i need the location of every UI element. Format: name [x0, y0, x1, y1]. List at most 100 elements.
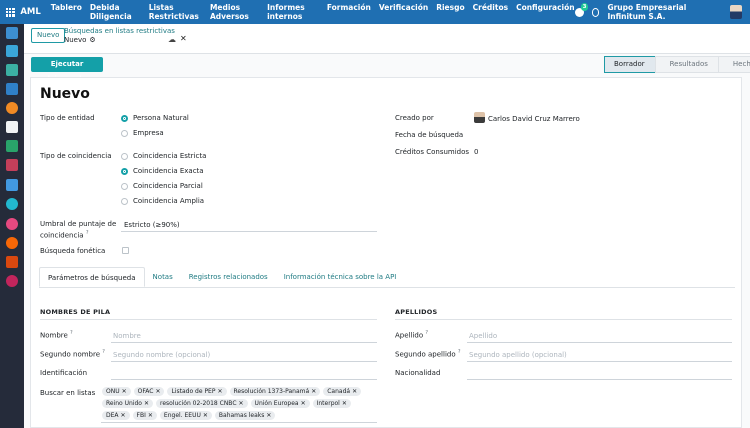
status-step-hecho[interactable]: Hecho [717, 56, 750, 73]
sidebar-app-icon[interactable] [6, 102, 18, 114]
help-icon[interactable]: ? [70, 330, 73, 336]
execute-search-button[interactable]: Ejecutar búsqueda [31, 57, 103, 83]
breadcrumb: Nuevo ⚙ [64, 36, 96, 44]
close-icon[interactable]: ✕ [180, 34, 187, 43]
second-name-label: Segundo nombre ? [40, 349, 105, 359]
created-by-value[interactable]: Carlos David Cruz Marrero [488, 115, 580, 123]
radio-empresa[interactable]: Empresa [121, 129, 164, 137]
sidebar-app-icon[interactable] [6, 159, 18, 171]
menu-item-verificacion[interactable]: Verificación [379, 3, 428, 21]
second-surname-input[interactable]: Segundo apellido (opcional) [469, 351, 567, 359]
tab-notes[interactable]: Notas [145, 267, 181, 287]
tab-related-records[interactable]: Registros relacionados [181, 267, 276, 287]
list-tag: OFAC ✕ [133, 387, 165, 396]
tag-remove-icon[interactable]: ✕ [203, 412, 208, 419]
tab-search-params[interactable]: Parámetros de búsqueda [39, 267, 145, 287]
second-surname-underline [467, 361, 732, 362]
sidebar-app-icon[interactable] [6, 237, 18, 249]
menu-item-configuracion[interactable]: Configuración [516, 3, 575, 21]
tag-remove-icon[interactable]: ✕ [301, 400, 306, 407]
status-step-resultados[interactable]: Resultados [654, 56, 719, 73]
gear-icon[interactable]: ⚙ [89, 36, 95, 44]
menu-item-riesgo[interactable]: Riesgo [436, 3, 464, 21]
threshold-select[interactable]: Estricto (≥90%) [124, 221, 180, 229]
company-switcher[interactable]: Grupo Empresarial Infinitum S.A. [607, 3, 722, 21]
clock-icon[interactable] [591, 7, 600, 17]
radio-coincidencia-amplia[interactable]: Coincidencia Amplia [121, 197, 204, 205]
name-input[interactable]: Nombre [113, 332, 141, 340]
radio-coincidencia-exacta[interactable]: Coincidencia Exacta [121, 167, 204, 175]
second-name-input[interactable]: Segundo nombre (opcional) [113, 351, 210, 359]
help-icon[interactable]: ? [425, 330, 428, 336]
tag-remove-icon[interactable]: ✕ [311, 388, 316, 395]
chat-icon[interactable]: 3 [574, 2, 589, 17]
radio-persona-natural[interactable]: Persona Natural [121, 114, 189, 122]
threshold-underline [121, 231, 377, 232]
sidebar-app-icon[interactable] [6, 121, 18, 133]
tab-api-info[interactable]: Información técnica sobre la API [276, 267, 405, 287]
sidebar-app-icon[interactable] [6, 198, 18, 210]
sidebar-app-icon[interactable] [6, 45, 18, 57]
sidebar-app-icon[interactable] [6, 64, 18, 76]
tag-remove-icon[interactable]: ✕ [352, 388, 357, 395]
surname-input[interactable]: Apellido [469, 332, 497, 340]
name-underline [111, 342, 377, 343]
created-by-label: Creado por [395, 114, 434, 122]
sidebar-app-icon[interactable] [6, 275, 18, 287]
phonetic-checkbox[interactable] [122, 247, 129, 254]
list-tag: resolución 02-2018 CNBC ✕ [156, 399, 248, 408]
list-tag: Engel. EEUU ✕ [159, 411, 212, 420]
menu-item-informes-internos[interactable]: Informes internos [267, 3, 319, 21]
main-menu: Tablero Debida Diligencia Listas Restric… [51, 3, 575, 21]
entity-type-label: Tipo de entidad [40, 114, 95, 122]
sidebar-app-icon[interactable] [6, 140, 18, 152]
menu-item-tablero[interactable]: Tablero [51, 3, 82, 21]
new-button[interactable]: Nuevo [31, 28, 66, 43]
help-icon[interactable]: ? [458, 349, 461, 355]
match-type-label: Tipo de coincidencia [40, 152, 112, 160]
cloud-upload-icon[interactable]: ☁ [168, 35, 176, 44]
status-step-borrador[interactable]: Borrador [604, 56, 656, 73]
surname-label: Apellido ? [395, 330, 428, 340]
tag-remove-icon[interactable]: ✕ [121, 412, 126, 419]
left-sidebar [0, 24, 24, 428]
tag-remove-icon[interactable]: ✕ [342, 400, 347, 407]
help-icon[interactable]: ? [86, 230, 89, 236]
second-name-underline [111, 361, 377, 362]
menu-item-listas-restrictivas[interactable]: Listas Restrictivas [149, 3, 202, 21]
menu-item-medios-adversos[interactable]: Medios Adversos [210, 3, 259, 21]
breadcrumb-parent[interactable]: Búsquedas en listas restrictivas [64, 27, 175, 35]
top-navbar: AML Tablero Debida Diligencia Listas Res… [0, 0, 750, 24]
menu-item-creditos[interactable]: Créditos [473, 3, 508, 21]
tag-remove-icon[interactable]: ✕ [122, 388, 127, 395]
tag-remove-icon[interactable]: ✕ [148, 412, 153, 419]
menu-item-formacion[interactable]: Formación [327, 3, 371, 21]
notebook-tabs: Parámetros de búsqueda Notas Registros r… [39, 267, 735, 288]
phonetic-label: Búsqueda fonética [40, 247, 106, 255]
control-panel: Nuevo Búsquedas en listas restrictivas N… [24, 24, 750, 54]
status-bar: Borrador Resultados Hecho [604, 56, 750, 73]
menu-item-debida-diligencia[interactable]: Debida Diligencia [90, 3, 141, 21]
sidebar-app-icon[interactable] [6, 218, 18, 230]
radio-coincidencia-estricta[interactable]: Coincidencia Estricta [121, 152, 206, 160]
list-tag: Reino Unido ✕ [102, 399, 154, 408]
tag-remove-icon[interactable]: ✕ [239, 400, 244, 407]
app-brand[interactable]: AML [20, 7, 40, 17]
lists-tags-field[interactable]: ONU ✕ OFAC ✕ Listado de PEP ✕ Resolución 13… [102, 387, 378, 420]
tag-remove-icon[interactable]: ✕ [144, 400, 149, 407]
sidebar-app-icon[interactable] [6, 83, 18, 95]
tag-remove-icon[interactable]: ✕ [266, 412, 271, 419]
help-icon[interactable]: ? [102, 349, 105, 355]
apps-menu-button[interactable] [0, 0, 20, 24]
apps-grid-icon [5, 7, 15, 17]
tag-remove-icon[interactable]: ✕ [155, 388, 160, 395]
surnames-section-header: APELLIDOS [395, 308, 438, 316]
tag-remove-icon[interactable]: ✕ [217, 388, 222, 395]
user-avatar[interactable] [730, 5, 742, 19]
sidebar-app-icon[interactable] [6, 179, 18, 191]
sidebar-app-icon[interactable] [6, 256, 18, 268]
credits-label: Créditos Consumidos [395, 148, 470, 156]
radio-coincidencia-parcial[interactable]: Coincidencia Parcial [121, 182, 203, 190]
sidebar-app-icon[interactable] [6, 27, 18, 39]
list-tag: ONU ✕ [102, 387, 131, 396]
